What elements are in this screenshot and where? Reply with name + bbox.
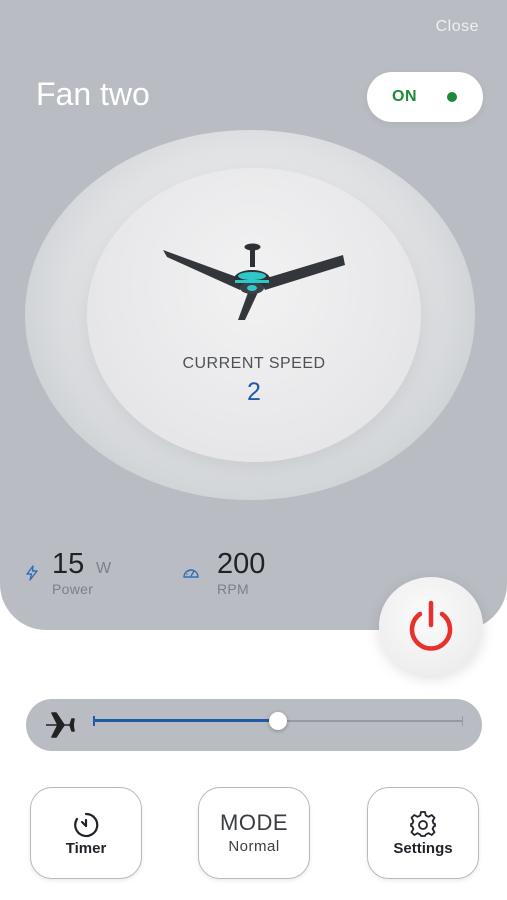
current-speed-value: 2 (247, 378, 261, 406)
ceiling-fan-icon (163, 243, 345, 320)
status-dot (447, 92, 457, 102)
power-button[interactable] (379, 577, 483, 675)
mode-button[interactable]: MODE Normal (198, 787, 310, 879)
on-off-toggle[interactable]: ON (367, 72, 483, 122)
timer-label: Timer (65, 840, 107, 857)
timer-icon (74, 812, 99, 838)
device-title: Fan two (36, 76, 150, 112)
mode-title: MODE (220, 810, 288, 835)
gear-icon (410, 811, 436, 837)
rpm-value: 200 (217, 548, 266, 580)
current-speed-label: CURRENT SPEED (182, 355, 326, 372)
rpm-label: RPM (217, 581, 250, 597)
toggle-label: ON (392, 88, 417, 105)
airplane-icon (46, 712, 75, 738)
speed-slider-fill (93, 719, 278, 722)
device-panel: Close Fan two ON CURRENT SPEED 2 15 W Po… (0, 0, 507, 630)
power-unit: W (96, 560, 112, 577)
settings-label: Settings (393, 840, 453, 857)
speed-slider-thumb[interactable] (269, 712, 287, 730)
settings-button[interactable]: Settings (367, 787, 479, 879)
power-label: Power (52, 581, 94, 597)
timer-button[interactable]: Timer (30, 787, 142, 879)
close-button[interactable]: Close (436, 18, 479, 36)
power-icon (409, 600, 453, 651)
gauge-icon (183, 569, 199, 578)
power-value: 15 (52, 548, 85, 580)
lightning-icon (26, 565, 38, 581)
mode-value: Normal (228, 838, 280, 855)
